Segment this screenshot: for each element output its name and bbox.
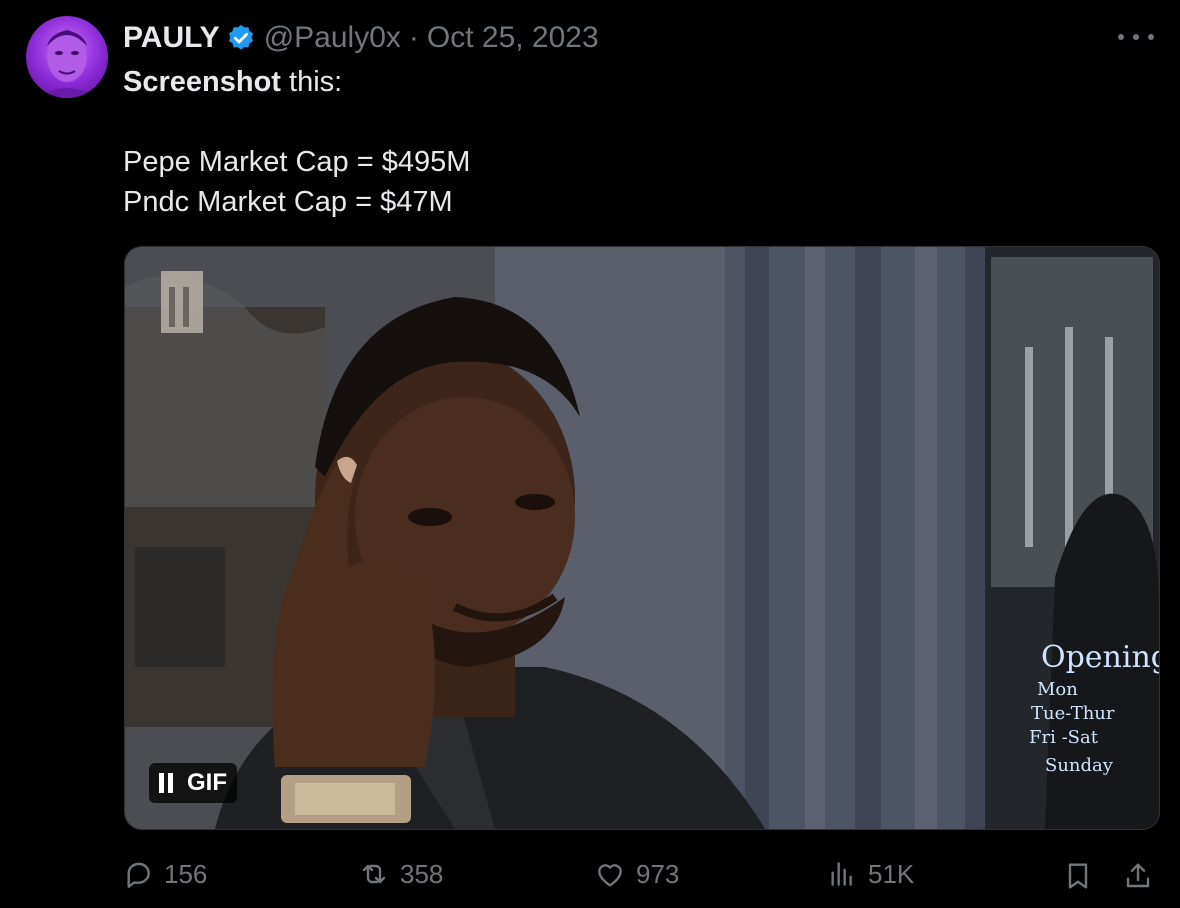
reply-button[interactable]: 156	[122, 858, 207, 890]
tweet-text: Screenshot this: Pepe Market Cap = $495M…	[123, 62, 470, 222]
sign-fri-sat: Fri -Sat	[1029, 727, 1099, 748]
action-bar: 156 358 973 51K	[0, 850, 1180, 900]
views-count: 51K	[868, 858, 915, 889]
like-button[interactable]: 973	[594, 858, 679, 890]
views-button[interactable]: 51K	[826, 858, 914, 890]
sign-tue-thur: Tue-Thur	[1031, 703, 1115, 724]
author-handle[interactable]: @Pauly0x	[264, 21, 401, 55]
tweet-line-pndc: Pndc Market Cap = $47M	[123, 186, 453, 218]
share-icon	[1126, 863, 1150, 888]
repost-icon	[362, 864, 386, 884]
tweet-text-bold: Screenshot	[123, 66, 281, 98]
channel-logo-icon	[161, 271, 203, 333]
tweet-line-pepe: Pepe Market Cap = $495M	[123, 146, 471, 178]
gif-frame: Opening Mon Tue-Thur Fri -Sat Sunday	[125, 247, 1159, 829]
more-icon[interactable]	[1118, 30, 1154, 44]
tweet-date[interactable]: Oct 25, 2023	[427, 21, 599, 55]
sign-mon: Mon	[1037, 679, 1078, 700]
reply-icon	[127, 862, 150, 888]
gif-media[interactable]: Opening Mon Tue-Thur Fri -Sat Sunday GIF	[124, 246, 1160, 830]
reply-count: 156	[164, 858, 208, 889]
sign-sunday: Sunday	[1045, 755, 1114, 776]
bookmark-button[interactable]	[1062, 860, 1094, 897]
gif-label: GIF	[187, 769, 227, 796]
views-icon	[831, 862, 852, 886]
separator: ·	[408, 21, 419, 54]
share-button[interactable]	[1122, 860, 1154, 897]
tweet-text-rest: this:	[280, 66, 343, 98]
author-name[interactable]: PAULY	[123, 21, 220, 55]
repost-count: 358	[400, 858, 444, 889]
sign-opening: Opening	[1041, 640, 1159, 675]
repost-button[interactable]: 358	[358, 858, 443, 890]
heart-icon	[598, 864, 622, 887]
pause-icon[interactable]	[159, 773, 173, 793]
like-count: 973	[636, 858, 680, 889]
verified-badge-icon	[228, 24, 253, 50]
avatar[interactable]	[26, 16, 108, 98]
gif-badge[interactable]: GIF	[149, 763, 237, 803]
bookmark-icon	[1068, 863, 1088, 889]
tweet-header: PAULY @Pauly0x · Oct 25, 2023	[123, 18, 599, 58]
